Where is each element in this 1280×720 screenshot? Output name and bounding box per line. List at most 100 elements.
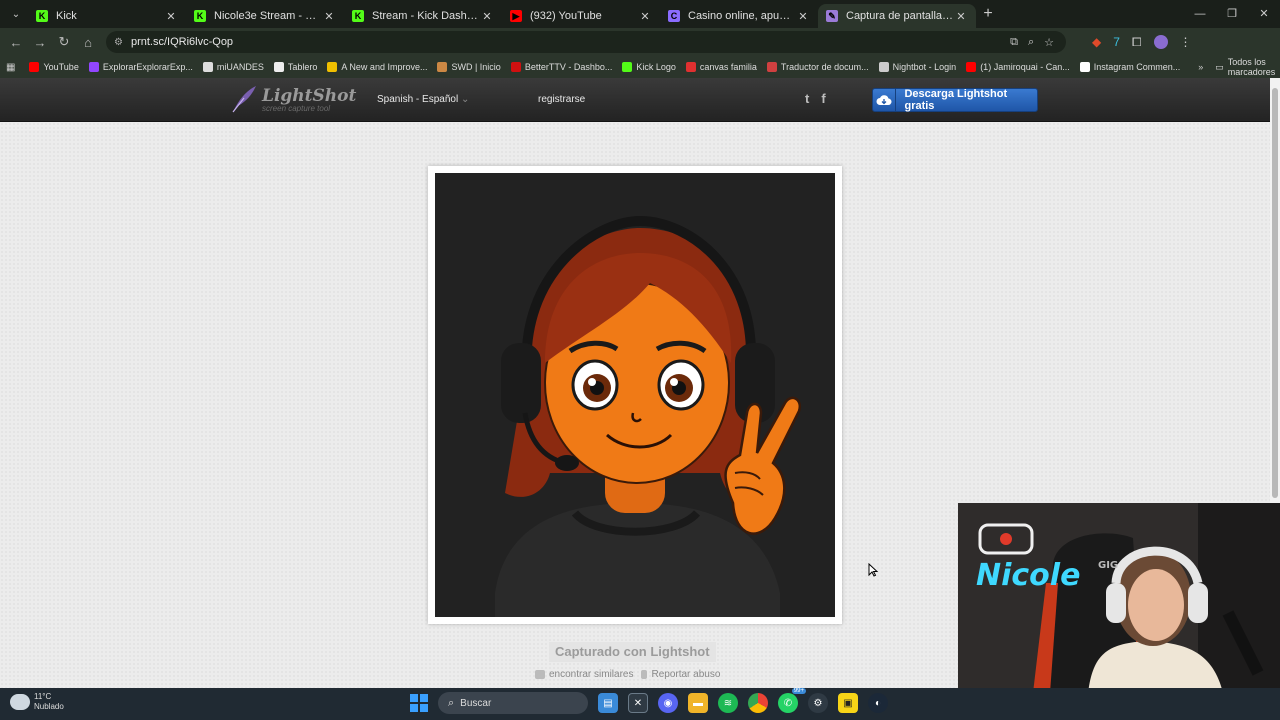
site-info-icon[interactable]: ⚙ xyxy=(114,37,123,48)
sticky-notes-icon[interactable]: ▣ xyxy=(838,693,858,713)
tab-close-icon[interactable]: ✕ xyxy=(796,10,810,23)
bookmark-label: SWD | Inicio xyxy=(451,62,501,72)
tab-title: Casino online, apuesta y gana e xyxy=(688,10,796,22)
extensions-puzzle-icon[interactable]: ⧠ xyxy=(1132,35,1142,50)
file-explorer-icon[interactable]: ▬ xyxy=(688,693,708,713)
tab-close-icon[interactable]: ✕ xyxy=(480,10,494,23)
bookmark-item[interactable]: SWD | Inicio xyxy=(437,62,501,72)
chrome-icon[interactable] xyxy=(748,693,768,713)
flag-icon xyxy=(641,670,648,679)
browser-tab[interactable]: K Stream - Kick Dashboard✕ xyxy=(344,4,502,28)
scrollbar-thumb[interactable] xyxy=(1272,88,1278,498)
profile-avatar[interactable] xyxy=(1153,35,1168,49)
bookmark-item[interactable]: miUANDES xyxy=(202,62,264,72)
restore-button[interactable]: ❐ xyxy=(1216,0,1248,28)
more-bookmarks-icon[interactable]: » xyxy=(1198,62,1203,72)
whatsapp-icon[interactable]: ✆ 99+ xyxy=(778,688,806,713)
twitter-icon[interactable]: t xyxy=(805,91,809,106)
extension-icon-1[interactable]: ◆ xyxy=(1092,35,1101,49)
bookmark-item[interactable]: Nightbot - Login xyxy=(878,62,956,72)
tab-close-icon[interactable]: ✕ xyxy=(954,10,968,23)
excel-icon[interactable]: ✕ xyxy=(628,693,648,713)
image-actions: encontrar similares Reportar abuso xyxy=(535,669,720,680)
social-links: t f xyxy=(805,91,826,106)
report-abuse-label: Reportar abuso xyxy=(651,669,721,680)
download-label: Descarga Lightshot gratis xyxy=(904,88,1008,112)
bookmark-label: (1) Jamiroquai - Can... xyxy=(980,62,1070,72)
bookmark-favicon-icon xyxy=(1079,62,1090,72)
facebook-icon[interactable]: f xyxy=(821,91,825,106)
bookmark-label: ExplorarExplorarExp... xyxy=(102,62,193,72)
apps-grid-icon[interactable]: ▦ xyxy=(6,62,15,73)
tab-search-button[interactable]: ⌄ xyxy=(4,4,28,24)
browser-tab[interactable]: ✎ Captura de pantalla por Lightsh✕ xyxy=(818,4,976,28)
bookmark-favicon-icon xyxy=(510,62,521,72)
forward-button[interactable]: → xyxy=(28,35,52,50)
spotify-icon[interactable]: ≋ xyxy=(718,693,738,713)
tab-close-icon[interactable]: ✕ xyxy=(638,10,652,23)
bookmark-item[interactable]: Traductor de docum... xyxy=(766,62,869,72)
lightshot-logo[interactable]: LightShot screen capture tool xyxy=(230,84,356,114)
bookmark-label: Instagram Commen... xyxy=(1093,62,1181,72)
taskbar-search[interactable]: ⌕ Buscar xyxy=(438,692,588,714)
taskbar: 11°C Nublado ⌕ Buscar ▤ ✕ ◉ ▬ ≋ ✆ 99+ ⚙ ▣ ◐ xyxy=(0,688,1280,720)
steam-icon[interactable]: ◐ xyxy=(868,693,888,713)
bookmark-label: Kick Logo xyxy=(636,62,676,72)
bookmark-label: canvas familia xyxy=(699,62,757,72)
bookmark-label: YouTube xyxy=(43,62,79,72)
bookmark-item[interactable]: A New and Improve... xyxy=(327,62,427,72)
bookmark-item[interactable]: Kick Logo xyxy=(622,62,676,72)
tab-close-icon[interactable]: ✕ xyxy=(322,10,336,23)
windows-start-icon[interactable] xyxy=(410,694,428,712)
browser-tab[interactable]: C Casino online, apuesta y gana e✕ xyxy=(660,4,818,28)
bookmark-favicon-icon xyxy=(766,62,777,72)
browser-tab[interactable]: K Kick ✕ xyxy=(28,4,186,28)
browser-menu-icon[interactable]: ⋮ xyxy=(1180,35,1192,49)
weather-widget[interactable]: 11°C Nublado xyxy=(10,692,64,712)
cloud-icon xyxy=(10,694,30,710)
avatar-illustration xyxy=(435,173,835,617)
bookmark-item[interactable]: YouTube xyxy=(29,62,79,72)
tab-title: Kick xyxy=(56,10,77,22)
reload-button[interactable]: ↻ xyxy=(52,34,76,50)
bookmark-item[interactable]: canvas familia xyxy=(685,62,757,72)
tab-close-icon[interactable]: ✕ xyxy=(164,10,178,23)
install-icon[interactable]: ⧉ xyxy=(1010,36,1018,49)
settings-gear-icon[interactable]: ⚙ xyxy=(808,693,828,713)
browser-tab[interactable]: ▶ (932) YouTube ✕ xyxy=(502,4,660,28)
tab-title: (932) YouTube xyxy=(530,10,602,22)
all-bookmarks-label: Todos los marcadores xyxy=(1227,57,1276,77)
address-bar[interactable]: ⚙ prnt.sc/IQRi6lvc-Qop ⧉ ⌕ ☆ xyxy=(106,31,1066,53)
bookmark-label: Traductor de docum... xyxy=(780,62,869,72)
url-text[interactable]: prnt.sc/IQRi6lvc-Qop xyxy=(131,36,1010,48)
bookmark-item[interactable]: BetterTTV - Dashbo... xyxy=(510,62,613,72)
extension-icon-2[interactable]: 7 xyxy=(1113,35,1120,49)
tab-title: Stream - Kick Dashboard xyxy=(372,10,480,22)
new-tab-button[interactable]: + xyxy=(976,5,1000,23)
bookmark-favicon-icon xyxy=(878,62,889,72)
bookmark-item[interactable]: Instagram Commen... xyxy=(1079,62,1181,72)
zoom-icon[interactable]: ⌕ xyxy=(1028,36,1034,49)
report-abuse-link[interactable]: Reportar abuso xyxy=(641,669,720,680)
browser-tab[interactable]: K Nicole3e Stream - Watch Live o✕ xyxy=(186,4,344,28)
register-link[interactable]: registrarse xyxy=(538,94,585,105)
minimize-button[interactable]: — xyxy=(1184,0,1216,28)
home-button[interactable]: ⌂ xyxy=(76,35,100,50)
all-bookmarks-folder[interactable]: ▭ Todos los marcadores xyxy=(1215,57,1280,77)
back-button[interactable]: ← xyxy=(4,35,28,50)
close-window-button[interactable]: ✕ xyxy=(1248,0,1280,28)
bookmark-item[interactable]: (1) Jamiroquai - Can... xyxy=(966,62,1070,72)
chevron-down-icon: ⌄ xyxy=(460,94,470,105)
bookmark-label: BetterTTV - Dashbo... xyxy=(524,62,613,72)
discord-icon[interactable]: ◉ xyxy=(658,693,678,713)
bookmark-item[interactable]: ExplorarExplorarExp... xyxy=(88,62,193,72)
find-similar-link[interactable]: encontrar similares xyxy=(535,669,633,680)
screenshot-image[interactable] xyxy=(435,173,835,617)
notepad-icon[interactable]: ▤ xyxy=(598,693,618,713)
search-label: Buscar xyxy=(460,697,492,709)
bookmark-star-icon[interactable]: ☆ xyxy=(1044,36,1054,49)
bookmark-item[interactable]: Tablero xyxy=(273,62,317,72)
language-selector[interactable]: Spanish - Español ⌄ xyxy=(377,94,469,105)
download-button[interactable]: Descarga Lightshot gratis xyxy=(872,88,1038,112)
notification-badge: 99+ xyxy=(791,688,806,694)
